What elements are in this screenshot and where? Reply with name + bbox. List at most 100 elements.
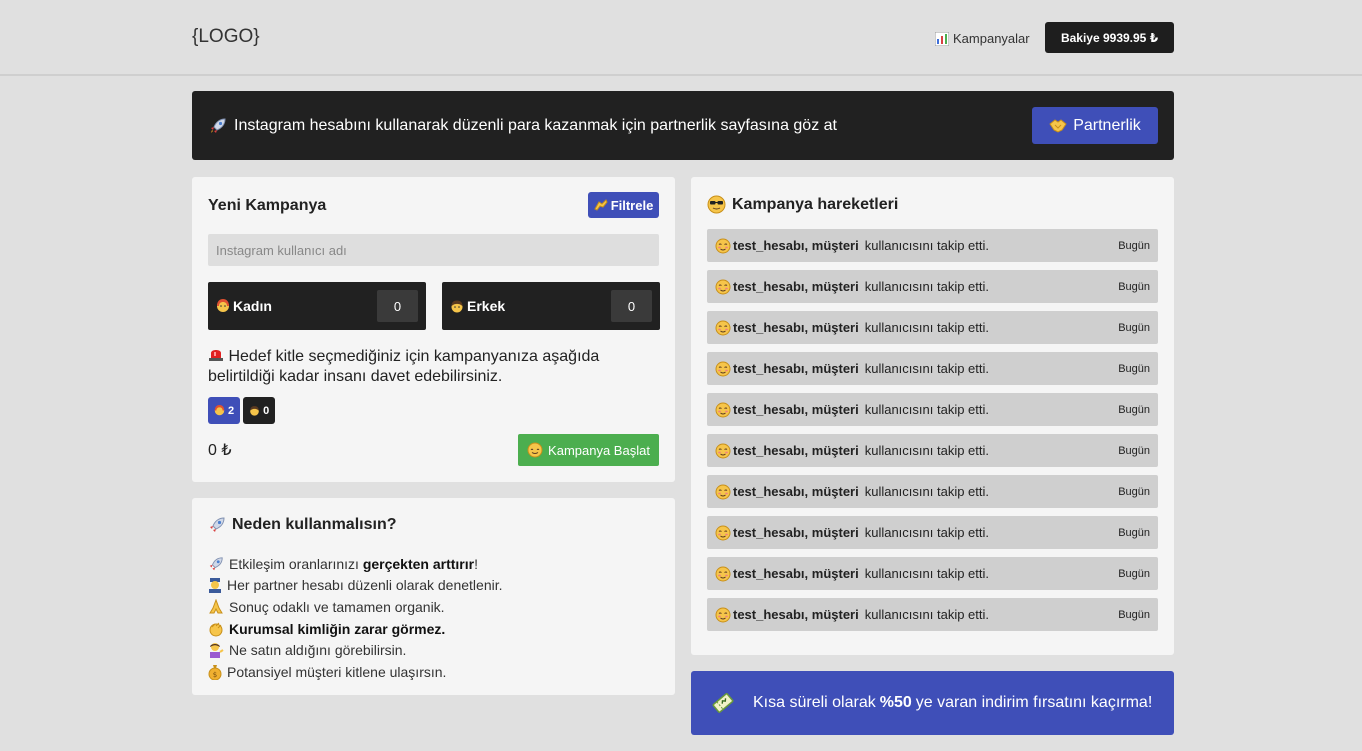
activity-title: Kampanya hareketleri <box>732 195 899 213</box>
why-use-title-wrap: Neden kullanmalısın? <box>208 516 396 534</box>
activity-action: kullanıcısını takip etti. <box>864 607 989 622</box>
police-officer-icon <box>208 577 222 594</box>
activity-user[interactable]: test_hesabı, müşteri <box>733 443 859 458</box>
nav-campaigns-label: Kampanyalar <box>953 31 1030 46</box>
activity-list: test_hesabı, müşteri kullanıcısını takip … <box>707 229 1158 639</box>
smiling-face-icon <box>715 238 731 254</box>
activity-time: Bugün <box>1118 362 1150 375</box>
activity-action: kullanıcısını takip etti. <box>864 484 989 499</box>
new-campaign-card: Yeni Kampanya Filtrele Kadın 0 Erkek 0 H… <box>192 177 675 482</box>
woman-icon <box>214 405 225 416</box>
discount-post-text: ye varan indirim fırsatını kaçırma! <box>915 694 1153 711</box>
filter-hand-icon <box>593 199 608 211</box>
activity-time: Bugün <box>1118 567 1150 580</box>
activity-row: test_hesabı, müşteri kullanıcısını takip … <box>707 270 1158 303</box>
partner-button[interactable]: Partnerlik <box>1032 107 1158 144</box>
why-use-card: Neden kullanmalısın? Etkileşim oranların… <box>192 498 675 695</box>
list-item: Kurumsal kimliğin zarar görmez. <box>208 618 503 640</box>
list-item: Etkileşim oranlarınızı gerçekten arttırı… <box>208 553 503 575</box>
activity-action: kullanıcısını takip etti. <box>864 238 989 253</box>
filter-button[interactable]: Filtrele <box>588 192 659 218</box>
smiling-face-icon <box>715 320 731 336</box>
top-navbar: {LOGO} Kampanyalar Bakiye 9939.95 ₺ <box>0 0 1362 76</box>
clapping-hands-icon <box>208 621 224 637</box>
activity-user[interactable]: test_hesabı, müşteri <box>733 279 859 294</box>
activity-row: test_hesabı, müşteri kullanıcısını takip … <box>707 475 1158 508</box>
list-item: Sonuç odaklı ve tamamen organik. <box>208 596 503 618</box>
why-use-title: Neden kullanmalısın? <box>232 516 397 533</box>
filter-button-label: Filtrele <box>610 197 654 213</box>
woman-icon <box>216 299 230 313</box>
activity-user[interactable]: test_hesabı, müşteri <box>733 361 859 376</box>
activity-user[interactable]: test_hesabı, müşteri <box>733 320 859 335</box>
why-item-text: Her partner hesabı düzenli olarak denetl… <box>227 577 503 594</box>
female-chip-count: 2 <box>228 404 235 417</box>
campaign-price: 0 ₺ <box>208 442 232 459</box>
activity-user[interactable]: test_hesabı, müşteri <box>733 402 859 417</box>
start-campaign-label: Kampanya Başlat <box>548 442 650 458</box>
list-item: $ Potansiyel müşteri kitlene ulaşırsın. <box>208 661 503 683</box>
man-icon <box>450 299 464 313</box>
activity-user[interactable]: test_hesabı, müşteri <box>733 607 859 622</box>
partner-button-label: Partnerlik <box>1073 116 1141 134</box>
logo[interactable]: {LOGO} <box>192 26 260 48</box>
list-item: Ne satın aldığını görebilirsin. <box>208 639 503 661</box>
female-label: Kadın <box>233 298 272 314</box>
bar-chart-icon <box>935 31 949 46</box>
relieved-face-icon <box>527 442 543 458</box>
smiling-face-icon <box>715 361 731 377</box>
new-campaign-title: Yeni Kampanya <box>208 197 327 214</box>
male-count[interactable]: 0 <box>611 290 652 322</box>
activity-user[interactable]: test_hesabı, müşteri <box>733 238 859 253</box>
male-label: Erkek <box>467 298 506 314</box>
activity-action: kullanıcısını takip etti. <box>864 279 989 294</box>
why-item-text: Ne satın aldığını görebilirsin. <box>229 642 407 659</box>
activity-action: kullanıcısını takip etti. <box>864 443 989 458</box>
smiling-face-icon <box>715 566 731 582</box>
activity-title-wrap: Kampanya hareketleri <box>707 195 898 214</box>
female-count[interactable]: 0 <box>377 290 418 322</box>
why-item-text: Sonuç odaklı ve tamamen organik. <box>229 598 445 615</box>
nav-campaigns-link[interactable]: Kampanyalar <box>935 31 1030 46</box>
banner-text: Instagram hesabını kullanarak düzenli pa… <box>234 116 837 134</box>
money-bag-icon: $ <box>208 664 222 680</box>
handshake-icon <box>1049 118 1067 134</box>
activity-time: Bugün <box>1118 403 1150 416</box>
discount-banner[interactable]: Kısa süreli olarak %50 ye varan indirim … <box>691 671 1174 735</box>
activity-time: Bugün <box>1118 444 1150 457</box>
campaign-activity-card: Kampanya hareketleri test_hesabı, müşter… <box>691 177 1174 655</box>
audience-info-label: Hedef kitle seçmediğiniz için kampanyanı… <box>208 348 600 385</box>
activity-user[interactable]: test_hesabı, müşteri <box>733 525 859 540</box>
why-use-list: Etkileşim oranlarınızı gerçekten arttırı… <box>208 553 503 683</box>
activity-time: Bugün <box>1118 608 1150 621</box>
svg-text:$: $ <box>213 671 217 679</box>
activity-user[interactable]: test_hesabı, müşteri <box>733 484 859 499</box>
smiling-face-icon <box>715 279 731 295</box>
activity-action: kullanıcısını takip etti. <box>864 566 989 581</box>
activity-row: test_hesabı, müşteri kullanıcısını takip … <box>707 229 1158 262</box>
activity-action: kullanıcısını takip etti. <box>864 402 989 417</box>
activity-time: Bugün <box>1118 239 1150 252</box>
activity-row: test_hesabı, müşteri kullanıcısını takip … <box>707 434 1158 467</box>
female-audience-selector[interactable]: Kadın 0 <box>208 282 426 330</box>
activity-action: kullanıcısını takip etti. <box>864 361 989 376</box>
rocket-icon <box>208 516 226 534</box>
smiling-face-icon <box>715 484 731 500</box>
discount-pre-text: Kısa süreli olarak <box>753 694 876 711</box>
why-item-text: Kurumsal kimliğin zarar görmez. <box>229 620 446 637</box>
list-item: Her partner hesabı düzenli olarak denetl… <box>208 575 503 597</box>
discount-percent: %50 <box>879 694 912 711</box>
rocket-icon <box>209 117 227 135</box>
instagram-username-input[interactable] <box>208 234 659 266</box>
activity-time: Bugün <box>1118 280 1150 293</box>
start-campaign-button[interactable]: Kampanya Başlat <box>518 434 659 466</box>
balance-button[interactable]: Bakiye 9939.95 ₺ <box>1045 22 1174 53</box>
smiling-face-icon <box>715 443 731 459</box>
siren-icon <box>208 347 224 361</box>
activity-action: kullanıcısını takip etti. <box>864 320 989 335</box>
activity-user[interactable]: test_hesabı, müşteri <box>733 566 859 581</box>
rocket-icon <box>208 556 224 572</box>
pray-icon <box>208 598 224 615</box>
audience-chips: 2 0 <box>208 397 276 424</box>
male-audience-selector[interactable]: Erkek 0 <box>442 282 660 330</box>
